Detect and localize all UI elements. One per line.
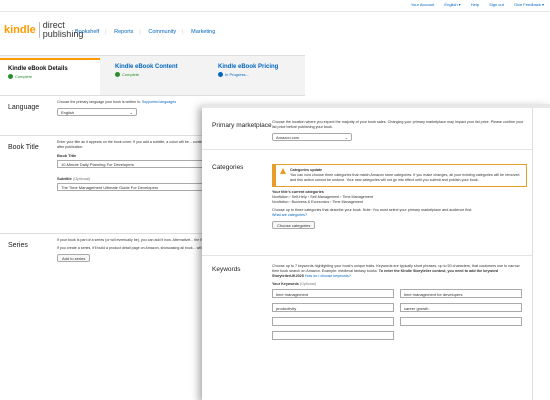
categories-alert: Categories update You can now choose thr… — [272, 164, 527, 187]
marketplace-desc: Choose the location where you expect the… — [272, 120, 524, 129]
kdp-logo[interactable]: kindle direct publishing — [4, 21, 83, 39]
status-text: Complete — [122, 72, 140, 77]
language-desc: Choose the primary language your book is… — [57, 100, 142, 104]
top-links: Your Account English ▾ Help Sign out Giv… — [402, 2, 544, 7]
card-edge — [532, 108, 533, 400]
check-icon — [8, 74, 13, 79]
current-category-2: Nonfiction › Business & Economics › Time… — [272, 200, 363, 204]
how-choose-keywords-link[interactable]: How do I choose keywords? — [305, 274, 351, 278]
language-menu[interactable]: English ▾ — [444, 2, 460, 7]
keyword-input-5[interactable] — [272, 317, 394, 326]
top-utility-bar: Your Account English ▾ Help Sign out Giv… — [0, 0, 550, 12]
your-keywords-label: Your Keywords (Optional) — [272, 282, 527, 287]
nav-divider: | — [105, 29, 107, 35]
section-label: Primary marketplace — [212, 122, 272, 129]
keyword-input-6[interactable] — [400, 317, 522, 326]
tab-title: Kindle eBook Content — [115, 64, 178, 70]
marketplace-section: Primary marketplace Choose the location … — [202, 116, 532, 150]
supported-languages-link[interactable]: Supported languages — [142, 100, 176, 104]
check-icon — [115, 72, 120, 77]
status-text: In Progress... — [225, 72, 249, 77]
give-feedback-menu[interactable]: Give Feedback ▾ — [514, 2, 544, 7]
chevron-down-icon: ⌄ — [344, 135, 348, 140]
tab-title: Kindle eBook Pricing — [218, 64, 279, 70]
section-body: Categories update You can now choose thr… — [272, 162, 527, 229]
tab-title: Kindle eBook Details — [8, 66, 68, 72]
optional-tag: (Optional) — [299, 282, 317, 286]
marketplace-select[interactable]: Amazon.com ⌄ — [272, 133, 352, 141]
main-nav: Bookshelf | Reports | Community | Marketing — [75, 29, 221, 35]
section-label: Keywords — [212, 266, 241, 273]
step-tabs: Kindle eBook Details Complete Kindle eBo… — [0, 55, 305, 96]
details-overlay-card: Primary marketplace Choose the location … — [202, 104, 550, 400]
section-label: Book Title — [8, 144, 39, 151]
keyword-input-4[interactable]: career growth — [400, 303, 522, 312]
logo-divider — [38, 22, 40, 38]
keyword-input-7[interactable] — [272, 331, 394, 340]
status-text: Complete — [15, 74, 33, 79]
warning-icon — [280, 168, 286, 174]
tab-ebook-details[interactable]: Kindle eBook Details Complete — [0, 58, 100, 96]
tab-ebook-pricing[interactable]: Kindle eBook Pricing In Progress... — [218, 64, 313, 77]
subtitle-label-text: Subtitle — [57, 176, 72, 181]
nav-community[interactable]: Community — [148, 29, 176, 35]
tab-status: Complete — [115, 72, 210, 77]
alert-body: You can now choose three categories that… — [290, 173, 520, 182]
choose-categories-button[interactable]: Choose categories — [272, 221, 316, 229]
keyword-input-1[interactable]: time management — [272, 289, 394, 298]
categories-section: Categories Categories update You can now… — [202, 158, 532, 256]
optional-tag: (Optional) — [72, 176, 91, 181]
chevron-down-icon: ⌄ — [129, 110, 133, 115]
tab-ebook-content[interactable]: Kindle eBook Content Complete — [115, 64, 210, 77]
sign-out-link[interactable]: Sign out — [489, 2, 504, 7]
nav-bookshelf[interactable]: Bookshelf — [75, 29, 99, 35]
select-value: Amazon.com — [276, 135, 300, 140]
section-body: Choose up to 7 keywords highlighting you… — [272, 264, 527, 340]
language-select[interactable]: English ⌄ — [57, 108, 137, 116]
nav-divider: | — [182, 29, 184, 35]
your-account-link[interactable]: Your Account — [411, 2, 434, 7]
section-label: Language — [8, 104, 40, 111]
keyword-input-2[interactable]: time management for developers — [400, 289, 522, 298]
keywords-desc: Choose up to 7 keywords highlighting you… — [272, 264, 527, 279]
help-link[interactable]: Help — [471, 2, 479, 7]
add-to-series-button[interactable]: Add to series — [57, 254, 91, 262]
info-icon — [218, 72, 223, 77]
nav-marketing[interactable]: Marketing — [191, 29, 215, 35]
section-label: Categories — [212, 164, 244, 171]
keywords-grid: time management time management for deve… — [272, 289, 527, 340]
logo-kindle: kindle — [4, 24, 36, 36]
keyword-input-3[interactable]: productivity — [272, 303, 394, 312]
nav-divider: | — [139, 29, 141, 35]
keywords-section: Keywords Choose up to 7 keywords highlig… — [202, 260, 532, 400]
nav-reports[interactable]: Reports — [114, 29, 133, 35]
tab-status: In Progress... — [218, 72, 313, 77]
what-are-categories-link[interactable]: What are categories? — [272, 213, 527, 218]
your-keywords-text: Your Keywords — [272, 282, 299, 286]
select-value: English — [61, 110, 75, 115]
tab-status: Complete — [8, 74, 92, 79]
series-desc: If your book is part of a series (or wil… — [57, 238, 219, 242]
section-body: Choose the location where you expect the… — [272, 120, 527, 141]
section-label: Series — [8, 242, 28, 249]
